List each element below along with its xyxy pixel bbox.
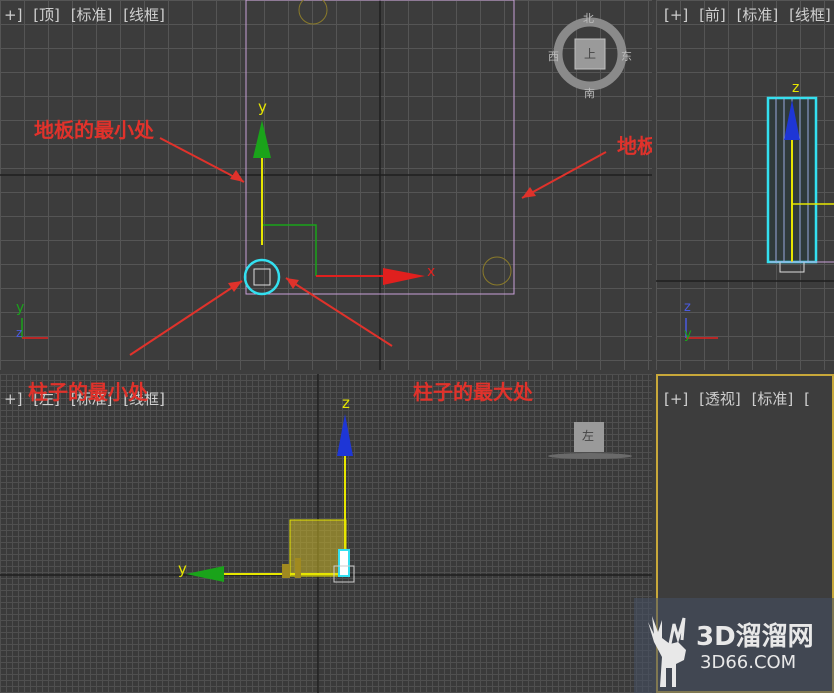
watermark-sub: 3D66.COM [700, 652, 797, 673]
world-axis-z-label: z [16, 326, 23, 340]
viewport-display-mode[interactable]: [线框] [789, 6, 831, 24]
y-axis-arrow [186, 566, 224, 582]
viewport-view-name[interactable]: [顶] [33, 6, 60, 24]
viewport-shading[interactable]: [标准] [71, 6, 113, 24]
viewcube-top-face: 上 [584, 47, 597, 61]
annotation-pillar-min: 柱子的最小处 [28, 380, 148, 404]
viewport-menu-plus[interactable]: +] [4, 390, 22, 408]
viewport-front[interactable]: [+] [前] [标准] [线框] z z y [656, 0, 834, 370]
watermark-main: 3D溜溜网 [696, 622, 814, 652]
viewport-display-mode[interactable]: [线框] [123, 6, 165, 24]
annotation-floor-max: 地板的最大处 [617, 134, 652, 158]
y-axis-arrow [253, 120, 271, 158]
watermark: 3D溜溜网 3D66.COM [634, 598, 834, 693]
viewport-menu-plus[interactable]: [+] [664, 6, 688, 24]
annotation-pillar-max: 柱子的最大处 [413, 380, 533, 404]
world-axis-z-label: z [684, 300, 691, 315]
y-axis-label: y [178, 560, 187, 578]
world-axis-y-label: y [16, 300, 25, 316]
x-axis-arrow [383, 268, 425, 285]
x-axis-label: x [427, 264, 436, 280]
viewport-front-label[interactable]: [+] [前] [标准] [线框] [664, 4, 834, 25]
viewcube-north-label: 北 [583, 12, 594, 25]
viewport-left-canvas [0, 374, 652, 693]
viewport-top[interactable]: +] [顶] [标准] [线框] 北 南 东 西 上 y x y z 地板的最小… [0, 0, 652, 370]
viewport-view-name[interactable]: [前] [699, 6, 726, 24]
viewport-shading[interactable]: [标准] [737, 6, 779, 24]
viewcube-south-label: 南 [584, 87, 595, 100]
annotation-floor-min: 地板的最小处 [34, 118, 154, 142]
world-axis-y-label: y [684, 327, 692, 342]
viewcube-east-label: 东 [621, 50, 632, 63]
viewcube-left-face: 左 [582, 429, 595, 443]
pillar-selection [338, 549, 350, 577]
y-axis-label: y [258, 98, 267, 116]
viewport-menu-plus[interactable]: [+] [664, 390, 688, 408]
viewport-front-canvas [656, 96, 834, 339]
viewport-left[interactable]: +] [左] [标准] [线框] 左 z y [0, 374, 652, 693]
viewport-shading[interactable]: [标准] [752, 390, 794, 408]
viewport-view-name[interactable]: [透视] [699, 390, 741, 408]
pillar-selection [243, 258, 281, 296]
z-axis-label: z [792, 80, 800, 96]
z-axis-arrow [337, 414, 353, 456]
deer-logo-icon [648, 616, 686, 687]
viewcube-west-label: 西 [548, 50, 559, 63]
z-axis-label: z [342, 394, 350, 412]
viewport-display-mode[interactable]: [ [804, 390, 810, 408]
viewport-top-label[interactable]: +] [顶] [标准] [线框] [4, 4, 171, 25]
viewport-menu-plus[interactable]: +] [4, 6, 22, 24]
viewport-perspective-label[interactable]: [+] [透视] [标准] [ [664, 388, 816, 409]
